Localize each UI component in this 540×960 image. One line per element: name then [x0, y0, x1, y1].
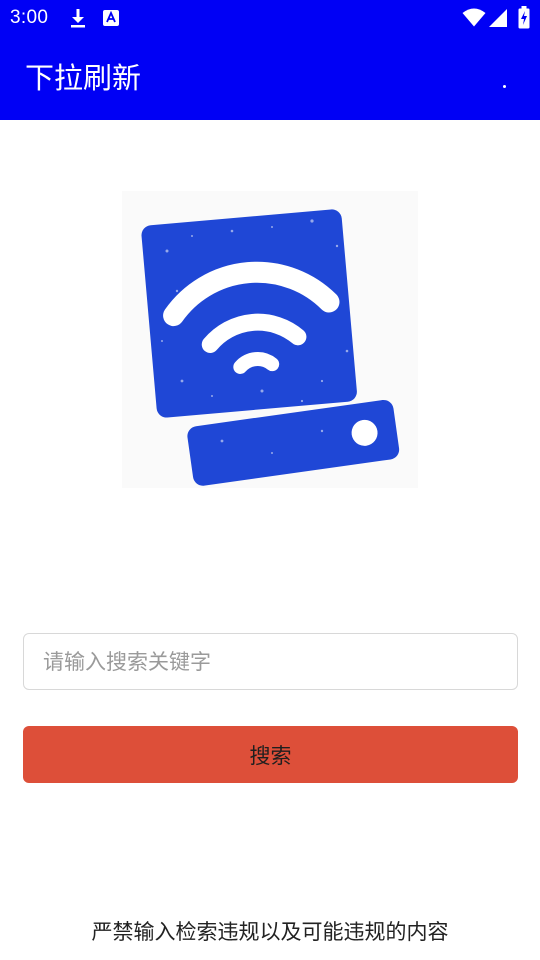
wifi-drive-logo-icon: [122, 191, 418, 488]
a11y-notification-icon: [103, 10, 119, 26]
status-time: 3:00: [10, 7, 49, 28]
footer-notice: 严禁输入检索违规以及可能违规的内容: [91, 920, 449, 944]
search-button-label: 搜索: [249, 743, 292, 768]
app-bar: 下拉刷新: [0, 36, 540, 120]
wifi-icon: [462, 8, 486, 27]
search-input[interactable]: [24, 634, 517, 689]
search-input-field[interactable]: [23, 633, 518, 690]
page-title: 下拉刷新: [25, 61, 142, 95]
status-bar: 3:00: [0, 0, 540, 36]
download-icon: [69, 8, 87, 28]
signal-icon: [488, 8, 508, 28]
overflow-menu-icon[interactable]: [499, 81, 509, 91]
battery-icon: [518, 6, 530, 29]
search-button[interactable]: 搜索: [23, 726, 518, 783]
